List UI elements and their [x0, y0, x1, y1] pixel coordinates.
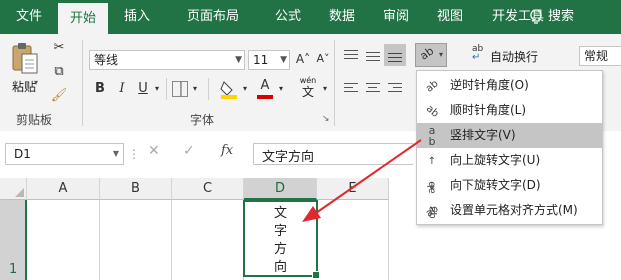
- annotation-arrow: [302, 139, 422, 222]
